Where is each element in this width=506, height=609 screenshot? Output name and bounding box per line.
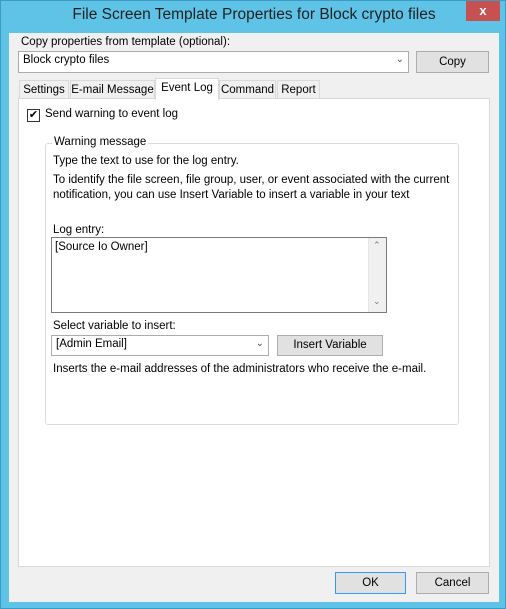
scrollbar[interactable]: ⌃ ⌄ (368, 238, 386, 312)
chevron-down-icon: ⌄ (395, 54, 404, 65)
tab-email-message[interactable]: E-mail Message (70, 80, 155, 99)
group-title: Warning message (52, 136, 149, 148)
hint-text-1: To identify the file screen, file group,… (53, 174, 450, 186)
template-combo-value: Block crypto files (23, 54, 110, 66)
scroll-down-icon[interactable]: ⌄ (373, 296, 381, 307)
hint-text-2: notification, you can use Insert Variabl… (53, 189, 410, 201)
variable-combo[interactable]: [Admin Email] ⌄ (51, 335, 269, 356)
copy-button[interactable]: Copy (416, 51, 489, 73)
copy-template-label: Copy properties from template (optional)… (21, 36, 231, 48)
tab-command[interactable]: Command (219, 80, 276, 99)
checkmark-icon: ✔ (28, 109, 39, 121)
tab-settings[interactable]: Settings (19, 80, 69, 99)
ok-button[interactable]: OK (335, 572, 406, 594)
window-title: File Screen Template Properties for Bloc… (72, 6, 436, 23)
send-warning-checkbox[interactable]: ✔ (27, 109, 40, 122)
tab-event-log[interactable]: Event Log (155, 78, 219, 100)
tab-report[interactable]: Report (277, 80, 320, 99)
variable-description: Inserts the e-mail addresses of the admi… (53, 363, 427, 375)
cancel-button[interactable]: Cancel (416, 572, 489, 594)
log-entry-textarea[interactable]: [Source Io Owner] ⌃ ⌄ (51, 237, 387, 313)
variable-combo-value: [Admin Email] (56, 338, 127, 350)
send-warning-label[interactable]: Send warning to event log (45, 108, 178, 120)
instruction-text: Type the text to use for the log entry. (53, 155, 239, 167)
insert-variable-button[interactable]: Insert Variable (277, 335, 383, 356)
chevron-down-icon: ⌄ (255, 338, 264, 349)
variable-label: Select variable to insert: (53, 320, 176, 332)
log-entry-label: Log entry: (53, 224, 105, 236)
log-entry-value: [Source Io Owner] (55, 241, 148, 253)
scroll-up-icon[interactable]: ⌃ (373, 240, 381, 251)
close-button[interactable]: x (466, 1, 500, 21)
template-combo[interactable]: Block crypto files ⌄ (18, 51, 409, 73)
